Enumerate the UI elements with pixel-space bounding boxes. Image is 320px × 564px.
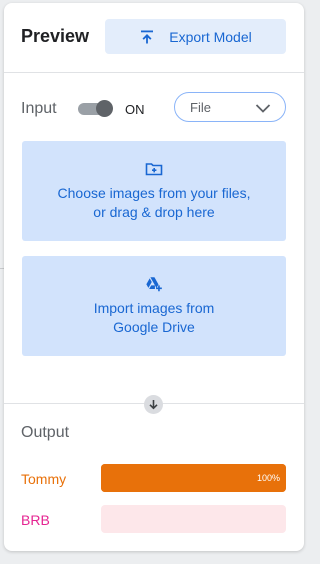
output-class-row: Tommy 100%	[4, 464, 304, 492]
confidence-percent: 100%	[256, 473, 280, 483]
toggle-state-label: ON	[125, 102, 145, 117]
file-upload-text-line1: Choose images from your files,	[57, 185, 251, 201]
confidence-bar	[101, 505, 286, 533]
panel-title: Preview	[21, 26, 90, 46]
panel-header: Preview Export Model	[4, 3, 304, 73]
google-drive-add-icon	[145, 275, 163, 293]
output-title: Output	[21, 424, 70, 441]
upload-icon	[139, 29, 155, 45]
google-drive-import[interactable]: Import images from Google Drive	[22, 256, 286, 356]
drive-import-text-line1: Import images from	[93, 300, 215, 316]
export-model-label: Export Model	[169, 28, 252, 45]
arrow-down-icon	[144, 395, 163, 414]
preview-panel: Preview Export Model Input ON File Choos…	[4, 3, 304, 551]
class-name: BRB	[21, 512, 50, 528]
input-label: Input	[21, 100, 57, 117]
folder-add-icon	[145, 160, 163, 178]
output-class-row: BRB	[4, 505, 304, 533]
file-upload-dropzone[interactable]: Choose images from your files, or drag &…	[22, 141, 286, 241]
export-model-button[interactable]: Export Model	[105, 19, 286, 54]
input-toggle[interactable]	[78, 99, 113, 119]
toggle-thumb	[96, 100, 113, 117]
chevron-down-icon	[255, 101, 271, 113]
file-upload-text-line2: or drag & drop here	[93, 204, 215, 220]
drive-import-text-line2: Google Drive	[113, 319, 195, 335]
confidence-bar: 100%	[101, 464, 286, 492]
class-name: Tommy	[21, 471, 67, 487]
input-source-value: File	[190, 100, 211, 115]
input-source-select[interactable]: File	[174, 92, 286, 122]
input-row: Input ON File	[4, 91, 304, 127]
